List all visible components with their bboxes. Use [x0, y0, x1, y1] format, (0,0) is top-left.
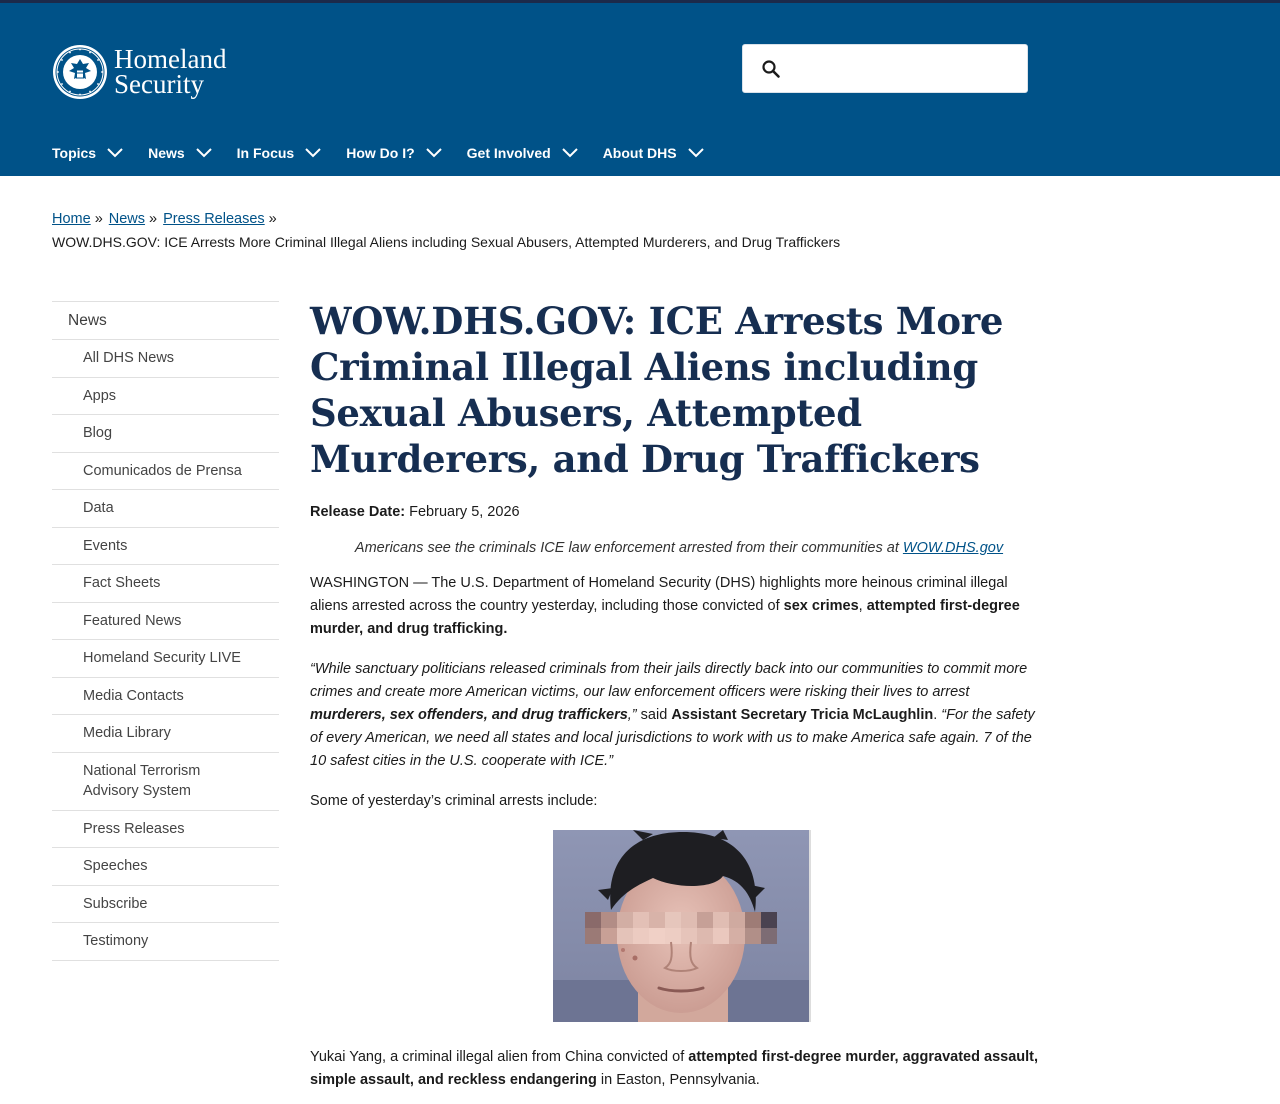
breadcrumb-home[interactable]: Home [52, 208, 91, 231]
logo-wordmark: Homeland Security [114, 46, 226, 99]
sidebar-heading[interactable]: News [52, 302, 279, 340]
sidebar-item-media-contacts[interactable]: Media Contacts [52, 678, 279, 715]
logo-line-2: Security [114, 69, 204, 99]
sidebar-item-homeland-security-live[interactable]: Homeland Security LIVE [52, 640, 279, 678]
main-nav: Topics News In Focus How Do I? Get Invol… [52, 131, 729, 175]
paragraph-arrests-intro: Some of yesterday’s criminal arrests inc… [310, 792, 598, 809]
caption-text: Yukai Yang, a criminal illegal alien fro… [310, 1048, 689, 1065]
sidebar-item-all-dhs-news[interactable]: All DHS News [52, 340, 279, 378]
breadcrumb-current: WOW.DHS.GOV: ICE Arrests More Criminal I… [52, 234, 841, 250]
nav-label: How Do I? [346, 145, 415, 161]
chevron-down-icon [107, 148, 123, 158]
sidebar-item-ntas[interactable]: National Terrorism Advisory System [52, 753, 279, 811]
sidebar-item-media-library[interactable]: Media Library [52, 715, 279, 753]
sidebar-item-events[interactable]: Events [52, 528, 279, 565]
nav-get-involved[interactable]: Get Involved [467, 145, 579, 161]
sidebar-item-apps[interactable]: Apps [52, 378, 279, 415]
sidebar-item-press-releases[interactable]: Press Releases [52, 811, 279, 848]
nav-label: In Focus [236, 145, 295, 161]
sidebar-item-data[interactable]: Data [52, 490, 279, 528]
release-date: Release Date: February 5, 2026 [310, 502, 1048, 522]
nav-news[interactable]: News [148, 145, 213, 161]
chevron-down-icon [305, 148, 321, 158]
nav-label: About DHS [602, 145, 677, 161]
intro-bold-1: sex crimes [783, 598, 859, 615]
article: WOW.DHS.GOV: ICE Arrests More Criminal I… [310, 298, 1048, 1092]
breadcrumb-separator: » [94, 211, 103, 227]
sidebar-item-fact-sheets[interactable]: Fact Sheets [52, 565, 279, 603]
quote-bold: murderers, sex offenders, and drug traff… [310, 707, 628, 724]
breadcrumb: Home » News » Press Releases » WOW.DHS.G… [52, 208, 840, 254]
quote-speaker: Assistant Secretary Tricia McLaughlin [671, 707, 934, 724]
nav-how-do-i[interactable]: How Do I? [346, 145, 442, 161]
release-date-label: Release Date: [310, 504, 406, 520]
nav-about-dhs[interactable]: About DHS [603, 145, 705, 161]
sidebar-item-speeches[interactable]: Speeches [52, 848, 279, 886]
paragraph-intro: WASHINGTON — The U.S. Department of Home… [310, 572, 1048, 642]
search-icon[interactable] [761, 59, 781, 79]
breadcrumb-press-releases[interactable]: Press Releases [163, 208, 265, 231]
nav-label: Get Involved [466, 145, 551, 161]
chevron-down-icon [687, 148, 704, 158]
sidebar-item-testimony[interactable]: Testimony [52, 923, 279, 961]
arrest-photo [553, 829, 811, 1022]
sidebar-item-comunicados[interactable]: Comunicados de Prensa [52, 453, 279, 490]
site-header: Homeland Security Topics News In Focus H… [0, 3, 1280, 176]
sidebar-item-blog[interactable]: Blog [52, 415, 279, 453]
chevron-down-icon [561, 148, 578, 158]
subtitle-text: Americans see the criminals ICE law enfo… [354, 540, 903, 556]
intro-sep: , [858, 598, 867, 615]
release-date-value: February 5, 2026 [409, 504, 520, 520]
quote-part-1: “While sanctuary politicians released cr… [310, 660, 1028, 700]
sidebar-item-subscribe[interactable]: Subscribe [52, 886, 279, 923]
breadcrumb-news[interactable]: News [109, 208, 145, 231]
article-subtitle: Americans see the criminals ICE law enfo… [310, 540, 1048, 556]
chevron-down-icon [425, 148, 442, 158]
chevron-down-icon [195, 148, 212, 158]
sidebar-item-featured-news[interactable]: Featured News [52, 603, 279, 640]
paragraph-quote: “While sanctuary politicians released cr… [310, 658, 1048, 774]
search-box [742, 44, 1028, 93]
page-title: WOW.DHS.GOV: ICE Arrests More Criminal I… [310, 299, 1004, 481]
quote-end: ,” [627, 707, 637, 724]
nav-label: Topics [52, 145, 97, 161]
quote-said: said [636, 707, 672, 724]
wow-dhs-link[interactable]: WOW.DHS.gov [903, 540, 1003, 556]
search-input[interactable] [791, 51, 1019, 87]
sidebar-nav: News All DHS News Apps Blog Comunicados … [52, 301, 279, 961]
nav-topics[interactable]: Topics [52, 145, 124, 161]
breadcrumb-separator: » [268, 211, 277, 227]
nav-in-focus[interactable]: In Focus [237, 145, 323, 161]
arrest-caption: Yukai Yang, a criminal illegal alien fro… [310, 1046, 1048, 1092]
breadcrumb-separator: » [149, 211, 158, 227]
dhs-logo-link[interactable]: Homeland Security [52, 42, 252, 102]
dhs-seal-icon [53, 45, 107, 99]
nav-label: News [148, 145, 185, 161]
mugshot-image [553, 829, 811, 1022]
caption-end: in Easton, Pennsylvania. [596, 1072, 760, 1089]
